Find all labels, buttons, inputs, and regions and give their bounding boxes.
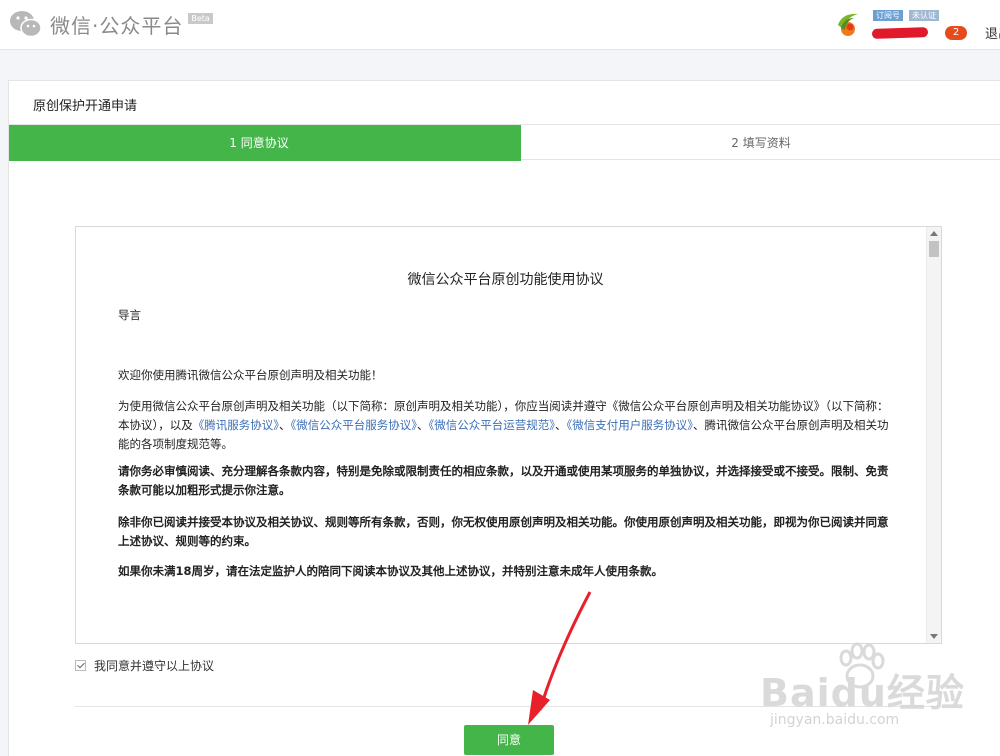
scroll-down-icon[interactable] (930, 634, 938, 639)
agreement-paragraph-4: 除非你已阅读并接受本协议及相关协议、规则等所有条款，否则，你无权使用原创声明及相… (118, 515, 889, 548)
para2-sep-2: 、 (417, 418, 429, 432)
agree-checkbox[interactable] (75, 660, 86, 671)
account-name-redaction (871, 27, 929, 39)
notification-badge[interactable]: 2 (945, 26, 967, 40)
scroll-up-icon[interactable] (930, 231, 938, 236)
step-fill-info-label: 2 填写资料 (731, 136, 791, 150)
agreement-paragraph-2: 为使用微信公众平台原创声明及相关功能（以下简称：原创声明及相关功能），你应当阅读… (118, 397, 893, 454)
logout-link[interactable]: 退出 (985, 23, 1000, 42)
scroll-thumb[interactable] (929, 241, 939, 257)
beta-badge: Beta (188, 12, 213, 24)
top-header: 微信·公众平台 Beta 订阅号 未认证 2 退出 (0, 0, 1000, 50)
watermark-url: jingyan.baidu.com (770, 712, 900, 728)
page-title: 原创保护开通申请 (33, 99, 138, 114)
agree-checkbox-row[interactable]: 我同意并遵守以上协议 (75, 657, 214, 674)
wechat-logo[interactable]: 微信·公众平台 Beta (8, 9, 213, 39)
link-mp-operation[interactable]: 《微信公众平台运营规范》 (429, 418, 556, 432)
para2-sep-1: 、 (279, 418, 291, 432)
link-wechat-pay[interactable]: 《微信支付用户服务协议》 (567, 418, 694, 432)
step-fill-info: 2 填写资料 (521, 125, 1000, 161)
link-tencent-service[interactable]: 《腾讯服务协议》 (193, 418, 279, 432)
account-type-tag: 订阅号 (873, 10, 903, 21)
verification-tag: 未认证 (909, 10, 939, 21)
step-arrow-icon (509, 125, 521, 161)
para2-sep-3: 、 (555, 418, 567, 432)
agree-button[interactable]: 同意 (464, 725, 554, 755)
agreement-paragraph-1: 欢迎你使用腾讯微信公众平台原创声明及相关功能！ (118, 368, 383, 382)
step-progress: 1 同意协议 2 填写资料 (9, 124, 1000, 161)
step-agree: 1 同意协议 (9, 125, 521, 161)
wechat-logo-icon (10, 11, 42, 38)
account-avatar[interactable] (834, 11, 862, 39)
agree-checkbox-label[interactable]: 我同意并遵守以上协议 (94, 657, 214, 674)
baidu-watermark: Baidu经验 jingyan.baidu.com (760, 642, 980, 740)
agreement-title: 微信公众平台原创功能使用协议 (407, 272, 604, 288)
brand-title: 微信·公众平台 (50, 13, 184, 38)
link-mp-service[interactable]: 《微信公众平台服务协议》 (291, 418, 418, 432)
account-area[interactable]: 订阅号 未认证 2 退出 (832, 8, 1000, 44)
watermark-text: Baidu经验 (760, 671, 965, 715)
step-agree-label: 1 同意协议 (229, 136, 289, 150)
intro-heading: 导言 (118, 308, 141, 322)
agreement-box[interactable]: 微信公众平台原创功能使用协议 导言 欢迎你使用腾讯微信公众平台原创声明及相关功能… (75, 226, 942, 644)
agreement-paragraph-5: 如果你未满18周岁，请在法定监护人的陪同下阅读本协议及其他上述协议，并特别注意未… (118, 564, 663, 578)
agreement-paragraph-3: 请你务必审慎阅读、充分理解各条款内容，特别是免除或限制责任的相应条款，以及开通或… (118, 464, 889, 497)
agreement-scrollbar[interactable] (926, 227, 941, 643)
